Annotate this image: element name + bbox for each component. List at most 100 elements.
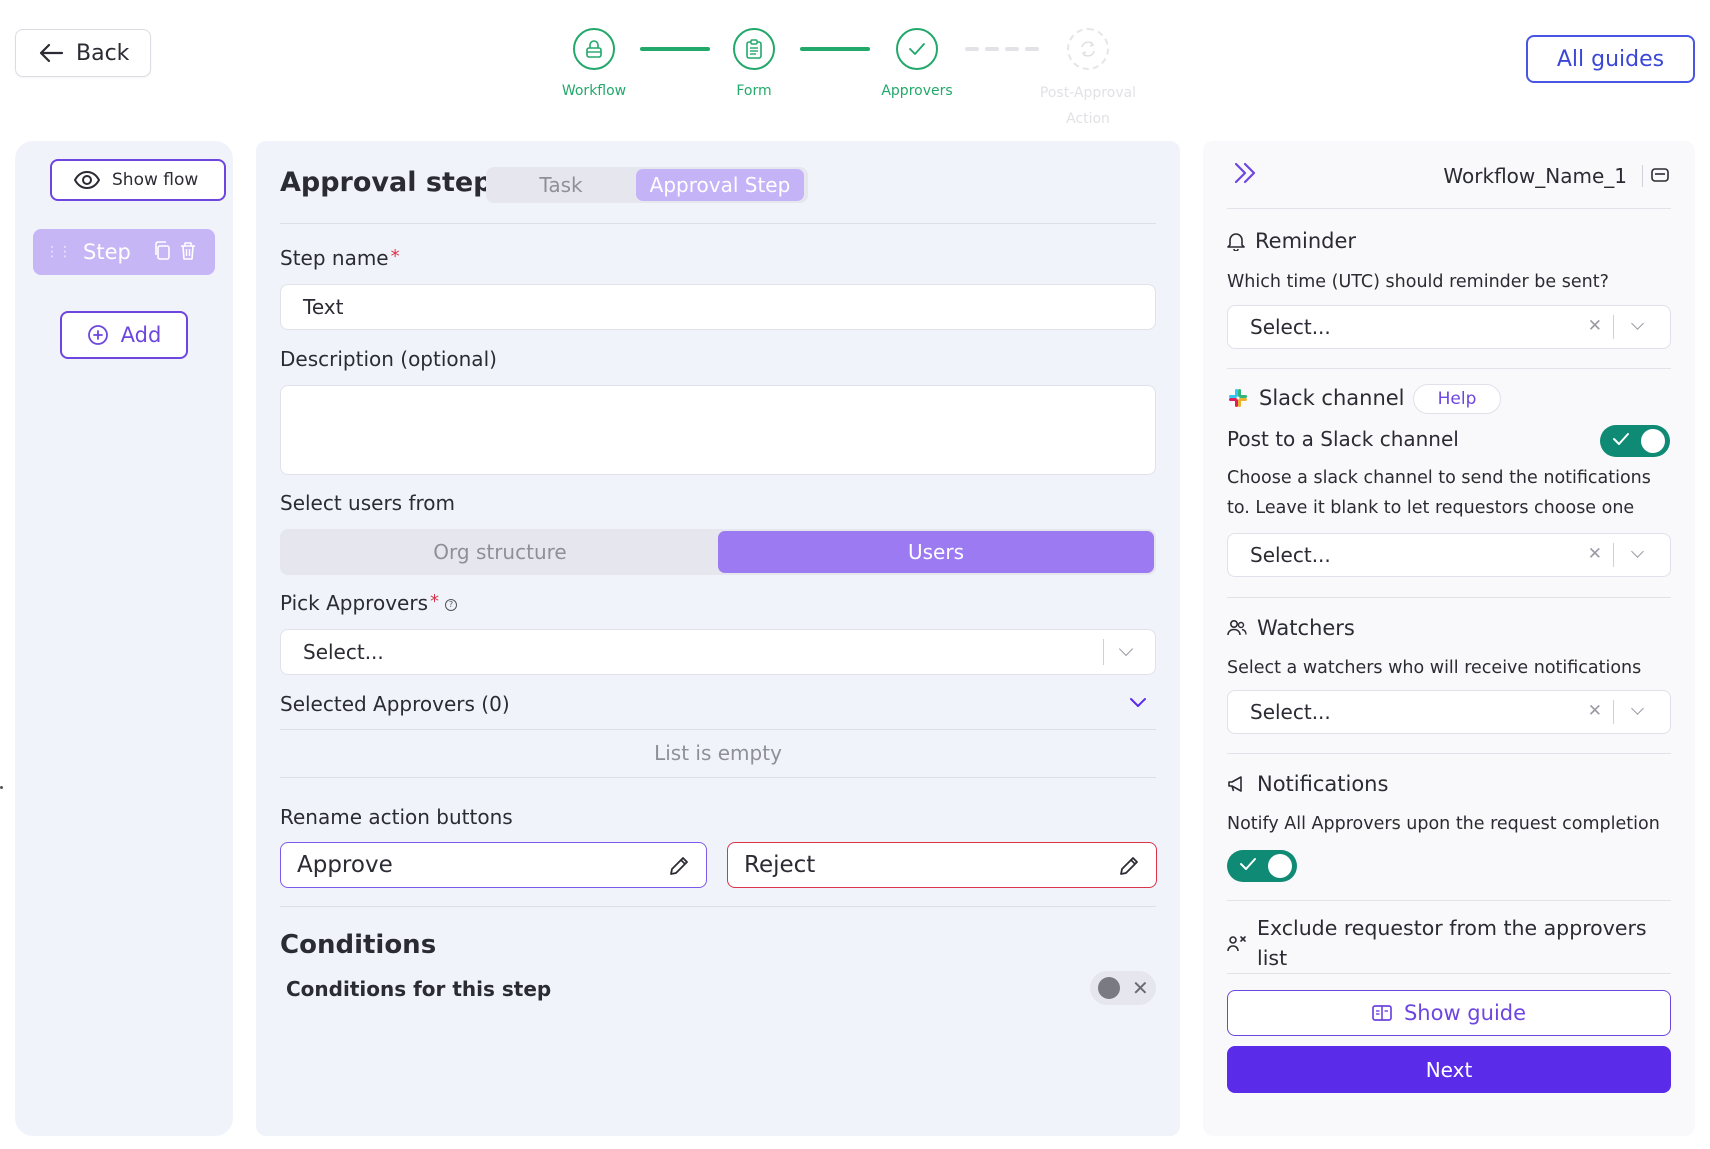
divider: [280, 729, 1156, 730]
step-approvers[interactable]: [896, 28, 938, 70]
users-icon: [1227, 619, 1247, 636]
clear-icon[interactable]: ✕: [1588, 544, 1602, 564]
chevron-down-icon[interactable]: [1631, 317, 1644, 330]
rename-buttons-label: Rename action buttons: [280, 805, 513, 829]
notifications-description: Notify All Approvers upon the request co…: [1227, 814, 1660, 834]
option-users[interactable]: Users: [718, 531, 1154, 573]
watchers-description: Select a watchers who will receive notif…: [1227, 658, 1642, 678]
pencil-icon[interactable]: [1118, 855, 1140, 877]
reject-label-input[interactable]: Reject: [727, 842, 1157, 888]
bell-icon: [1227, 233, 1245, 251]
conditions-subtitle: Conditions for this step: [286, 977, 552, 1001]
slack-channel-select[interactable]: Select... ✕: [1227, 533, 1671, 577]
pick-approvers-select[interactable]: Select...: [280, 629, 1156, 675]
help-button[interactable]: Help: [1413, 384, 1501, 414]
approve-value: Approve: [297, 852, 393, 878]
step-post-approval[interactable]: [1067, 28, 1109, 70]
pick-approvers-label: Pick Approvers *?: [280, 591, 457, 615]
reminder-time-select[interactable]: Select... ✕: [1227, 305, 1671, 349]
watchers-heading: Watchers: [1227, 616, 1355, 640]
step-name-input[interactable]: Text: [280, 284, 1156, 330]
step-editor: Approval step Task Approval Step Step na…: [256, 141, 1180, 1136]
megaphone-icon: [1228, 776, 1242, 792]
divider: [1227, 597, 1671, 598]
close-icon: ✕: [1132, 976, 1149, 1000]
all-guides-button[interactable]: All guides: [1526, 35, 1695, 83]
drag-handle-icon[interactable]: ⋮⋮: [45, 244, 72, 260]
tab-approval-step[interactable]: Approval Step: [636, 169, 804, 201]
step-connector: [640, 47, 710, 51]
copy-icon[interactable]: [153, 241, 171, 261]
reject-value: Reject: [744, 852, 816, 878]
divider: [1227, 900, 1671, 901]
conditions-title: Conditions: [280, 930, 437, 960]
plus-circle-icon: [87, 325, 108, 345]
lock-icon: [586, 40, 602, 58]
step-form[interactable]: [733, 28, 775, 70]
reminder-question: Which time (UTC) should reminder be sent…: [1227, 272, 1609, 292]
exclude-requestor-title[interactable]: Exclude requestor from the approvers lis…: [1257, 913, 1667, 973]
clear-icon[interactable]: ✕: [1588, 701, 1602, 721]
step-label-approvers: Approvers: [881, 83, 953, 99]
option-org-structure[interactable]: Org structure: [282, 531, 718, 573]
step-item[interactable]: ⋮⋮ Step: [33, 229, 215, 275]
description-textarea[interactable]: [280, 385, 1156, 475]
chevron-down-icon[interactable]: [1631, 702, 1644, 715]
clipboard-icon: [746, 39, 762, 59]
step-label-post-approval: Post-Approval Action: [1039, 85, 1137, 127]
progress-stepper: Workflow Form Approvers Post-Approval Ac…: [0, 0, 1710, 130]
step-workflow[interactable]: [573, 28, 615, 70]
watchers-placeholder: Select...: [1250, 700, 1331, 724]
divider: [280, 223, 1156, 224]
step-connector-pending: [965, 47, 1039, 51]
selected-approvers-label: Selected Approvers (0): [280, 692, 510, 716]
show-flow-button[interactable]: Show flow: [50, 159, 226, 201]
user-remove-icon: [1227, 936, 1246, 952]
watchers-select[interactable]: Select... ✕: [1227, 690, 1671, 734]
next-button[interactable]: Next: [1227, 1046, 1671, 1093]
divider: [1227, 973, 1671, 974]
page-title: Approval step: [280, 167, 493, 198]
add-step-button[interactable]: Add: [60, 311, 188, 359]
empty-list-message: List is empty: [654, 741, 782, 765]
tab-task[interactable]: Task: [486, 169, 636, 201]
slack-title: Slack channel: [1259, 386, 1405, 410]
slack-placeholder: Select...: [1250, 543, 1331, 567]
divider: [280, 777, 1156, 778]
notifications-title: Notifications: [1257, 772, 1389, 796]
slack-post-toggle[interactable]: [1600, 425, 1670, 457]
notifications-toggle[interactable]: [1227, 850, 1297, 882]
reminder-placeholder: Select...: [1250, 315, 1331, 339]
show-guide-button[interactable]: Show guide: [1227, 990, 1671, 1036]
toggle-knob: [1268, 854, 1292, 878]
eye-icon: [74, 171, 100, 189]
notifications-heading: Notifications: [1227, 772, 1388, 796]
select-separator: [1613, 543, 1614, 567]
add-label: Add: [120, 323, 162, 347]
chevron-down-icon[interactable]: [1631, 545, 1644, 558]
slack-description: Choose a slack channel to send the notif…: [1227, 468, 1651, 518]
chevron-down-icon[interactable]: [1129, 697, 1147, 709]
show-guide-label: Show guide: [1403, 1001, 1527, 1025]
pencil-icon[interactable]: [668, 855, 690, 877]
help-icon[interactable]: ?: [445, 598, 457, 611]
clear-icon[interactable]: ✕: [1588, 316, 1602, 336]
edit-icon[interactable]: [1651, 167, 1669, 183]
slack-heading: Slack channel: [1227, 386, 1405, 410]
chevron-down-icon[interactable]: [1118, 641, 1134, 657]
book-icon: [1372, 1005, 1392, 1021]
divider: [1227, 753, 1671, 754]
select-users-label: Select users from: [280, 491, 455, 515]
check-icon: [909, 43, 925, 55]
toggle-knob: [1098, 977, 1120, 999]
pick-approvers-placeholder: Select...: [303, 640, 384, 664]
double-chevron-right-icon[interactable]: [1233, 161, 1259, 185]
trash-icon[interactable]: [179, 241, 197, 261]
select-separator: [1613, 700, 1614, 724]
check-icon: [1613, 433, 1629, 445]
users-source-switch: Org structure Users: [280, 529, 1156, 575]
reminder-heading: Reminder: [1227, 229, 1356, 253]
conditions-toggle[interactable]: ✕: [1090, 971, 1156, 1005]
approve-label-input[interactable]: Approve: [280, 842, 707, 888]
step-type-switch: Task Approval Step: [486, 167, 808, 203]
